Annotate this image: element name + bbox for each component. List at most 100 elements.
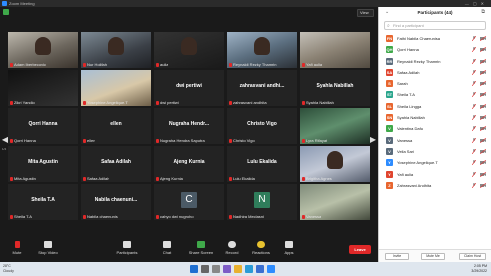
microphone-muted-icon [229, 139, 232, 143]
microphone-muted-icon [472, 137, 476, 143]
video-off-icon [480, 148, 486, 154]
tile-label-text: Yosephine Angelique.T [87, 100, 128, 105]
search-taskbar-icon[interactable] [201, 265, 209, 273]
tile-label-text: Syahla Nabillah [306, 100, 334, 105]
popout-icon[interactable]: ⧉ [481, 9, 485, 15]
microphone-muted-icon [472, 182, 476, 188]
video-tile[interactable]: Adam Iberbecovic [8, 32, 78, 68]
windows-start-icon[interactable] [190, 265, 198, 273]
microphone-muted-icon [472, 47, 476, 53]
microphone-muted-icon [83, 139, 86, 143]
participant-row[interactable]: V Vanessa [379, 135, 491, 146]
participant-avatar: N [254, 192, 270, 208]
participant-row[interactable]: RR Reynaldi Rezky Thamrin [379, 56, 491, 67]
video-tile[interactable]: Zikri Yandio [8, 70, 78, 106]
file-explorer-icon[interactable] [234, 265, 242, 273]
window-controls[interactable]: —▢✕ [465, 0, 488, 7]
video-tile[interactable]: dwi pertiwi dwi pertiwi [154, 70, 224, 106]
video-tile[interactable]: Ajeng Kurnia Ajeng Kurnia [154, 146, 224, 182]
participant-row[interactable]: S Sarah [379, 78, 491, 89]
tile-name-label: zahrasvani andhita [229, 100, 267, 105]
participant-row[interactable]: Z Zahrasvani Andhita [379, 180, 491, 191]
video-tile[interactable]: Yafi aulia [300, 32, 370, 68]
tile-center-name: Mita Agustin [28, 159, 58, 165]
participant-row[interactable]: QH Qorri Hanna [379, 44, 491, 55]
participant-row[interactable]: Y Yafi aulia [379, 169, 491, 180]
tile-label-text: Christo Vigo [233, 138, 255, 143]
teams-chat-icon[interactable] [223, 265, 231, 273]
screen: Zoom Meeting —▢✕ View ◀ 1/4 ▶ Adam Iberb… [0, 0, 491, 276]
participant-avatar: RR [386, 57, 393, 65]
video-tile[interactable]: ellen ellen [81, 108, 151, 144]
tile-center-name: Qorri Hanna [28, 121, 58, 127]
shield-icon[interactable] [3, 9, 9, 15]
claim-host-button[interactable]: Claim Host [459, 253, 486, 260]
participant-name: Sarah [397, 81, 408, 87]
store-icon[interactable] [256, 265, 264, 273]
chat-button[interactable]: Chat [152, 241, 182, 255]
participant-row[interactable]: Y Yosephine Angelique.T [379, 157, 491, 168]
participant-row[interactable]: ST Sheila T.A [379, 89, 491, 100]
apps-button[interactable]: Apps [274, 241, 304, 255]
tile-name-label: Sheila T.A [10, 214, 32, 219]
tile-name-label: Brigitha Agnes [302, 176, 332, 181]
microphone-muted-icon [83, 63, 86, 67]
video-tile[interactable]: Ccahyo dwi nugroho [154, 184, 224, 220]
video-tile[interactable]: Christo Vigo Christo Vigo [227, 108, 297, 144]
participants-header: ⌄ Participants (44) ⧉ [379, 7, 491, 18]
invite-button[interactable]: Invite [385, 253, 409, 260]
video-tile[interactable]: Lyra Rifayat [300, 108, 370, 144]
video-tile[interactable]: Yosephine Angelique.T [81, 70, 151, 106]
participant-row[interactable]: SL Sheila Lingga [379, 101, 491, 112]
record-button[interactable]: Record [217, 241, 247, 255]
mute-button[interactable]: Mute [2, 241, 32, 255]
video-off-icon [480, 137, 486, 143]
video-tile[interactable]: Mita Agustin Mita Agustin [8, 146, 78, 182]
mute-me-button[interactable]: Mute Me [421, 253, 445, 260]
participants-button[interactable]: Participants [112, 241, 142, 255]
participant-row[interactable]: SA Safaa Adilah [379, 67, 491, 78]
participant-row[interactable]: SN Syahla Nabillah [379, 112, 491, 123]
microphone-muted-icon [10, 101, 13, 105]
video-tile[interactable]: Safaa Adilah Safaa Adilah [81, 146, 151, 182]
participant-search-input[interactable]: ⌕ Find a participant [384, 21, 486, 30]
microphone-muted-icon [472, 81, 476, 87]
task-view-icon[interactable] [212, 265, 220, 273]
microphone-muted-icon [229, 63, 232, 67]
edge-browser-icon[interactable] [245, 265, 253, 273]
video-tile[interactable]: Sheila T.A Sheila T.A [8, 184, 78, 220]
video-tile[interactable]: Nugraha Hendr... Nugraha Hendra Saputra [154, 108, 224, 144]
tile-center-name: Nugraha Hendr... [168, 121, 209, 127]
reactions-button[interactable]: Reactions [246, 241, 276, 255]
participant-row[interactable]: FN Fathi Nabila Chaerunisa [379, 33, 491, 44]
video-tile[interactable]: N Nadhira Meclasni [227, 184, 297, 220]
microphone-muted-icon [472, 36, 476, 41]
video-tile[interactable]: Brigitha Agnes [300, 146, 370, 182]
tile-name-label: Yafi aulia [302, 62, 322, 67]
participant-avatar: V [386, 147, 393, 155]
view-button[interactable]: View [357, 9, 374, 17]
video-tile[interactable]: aulia [154, 32, 224, 68]
share-screen-button[interactable]: Share Screen [186, 241, 216, 255]
zoom-taskbar-icon[interactable] [267, 265, 275, 273]
video-tile[interactable]: Vanessa [300, 184, 370, 220]
tile-label-text: cahyo dwi nugroho [160, 214, 194, 219]
participant-row[interactable]: V Valentina Dafu [379, 123, 491, 134]
system-clock[interactable]: 2:05 PM 3/29/2022 [471, 264, 487, 273]
tile-label-text: Nabila chaenunis [87, 214, 118, 219]
participant-row[interactable]: V Vella Sari [379, 146, 491, 157]
tile-name-label: Nadhira Meclasni [229, 214, 264, 219]
video-tile[interactable]: Nur Holifah [81, 32, 151, 68]
weather-widget[interactable]: 28°C Cloudy [3, 264, 14, 273]
video-tile[interactable]: Reynaldi Rezky Thamrin [227, 32, 297, 68]
stop-video-button[interactable]: Stop Video [33, 241, 63, 255]
video-tile[interactable]: zahrasvani andhi... zahrasvani andhita [227, 70, 297, 106]
video-tile[interactable]: Syahla Nabillah Syahla Nabillah [300, 70, 370, 106]
leave-button[interactable]: Leave [349, 245, 371, 254]
participant-name: Vanessa [397, 137, 413, 143]
video-tile[interactable]: Lulu Ekalida Lulu Ekalida [227, 146, 297, 182]
next-page-arrow-icon[interactable]: ▶ [369, 133, 377, 147]
video-tile[interactable]: Qorri Hanna Qorri Hanna [8, 108, 78, 144]
video-tile[interactable]: Nabila chaenuni... Nabila chaenunis [81, 184, 151, 220]
participant-name: Valentina Dafu [397, 126, 423, 132]
